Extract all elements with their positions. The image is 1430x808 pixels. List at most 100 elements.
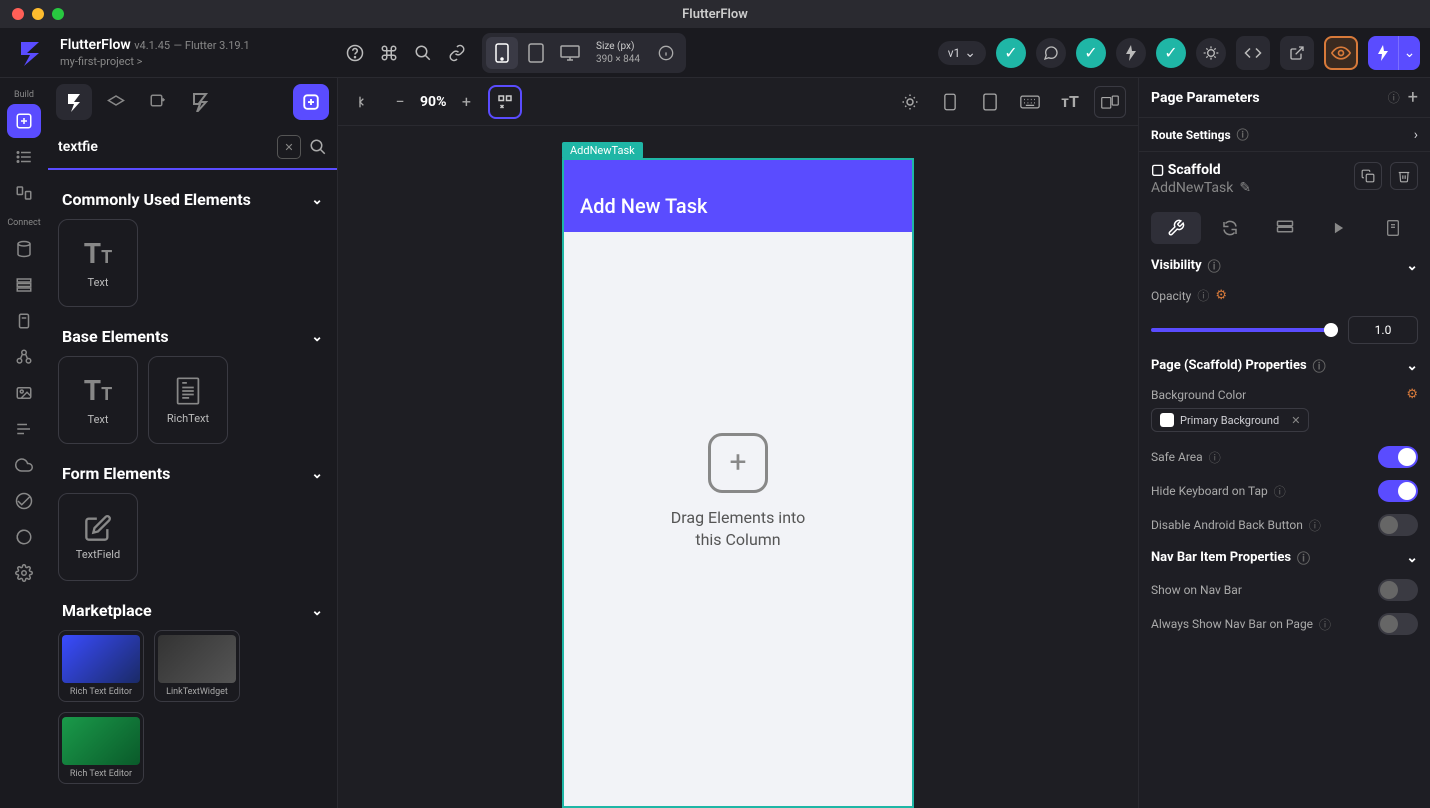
keyboard-icon[interactable] — [1014, 86, 1046, 118]
status-check-1[interactable]: ✓ — [996, 38, 1026, 68]
theme-filter-button[interactable] — [182, 84, 218, 120]
route-settings-row[interactable]: Route Settingsⓘ › — [1139, 118, 1430, 152]
rail-datatypes-button[interactable] — [7, 268, 41, 302]
size-info-icon[interactable] — [650, 37, 682, 69]
section-base-elements[interactable]: Base Elements⌄ — [58, 317, 327, 356]
market-tile-1[interactable]: Rich Text Editor — [58, 630, 144, 702]
device-tablet-button[interactable] — [520, 37, 552, 69]
market-tile-3[interactable]: Rich Text Editor — [58, 712, 144, 784]
section-navbar-props[interactable]: Nav Bar Item Propertiesⓘ⌄ — [1139, 542, 1430, 573]
drop-help-text: Drag Elements intothis Column — [671, 507, 805, 552]
rail-custom-button[interactable] — [7, 412, 41, 446]
add-element-icon[interactable]: + — [708, 433, 768, 493]
opacity-slider[interactable] — [1151, 328, 1338, 332]
run-dropdown[interactable]: ⌄ — [1398, 36, 1420, 70]
hide-kb-toggle[interactable] — [1378, 480, 1418, 502]
rail-appstate-button[interactable] — [7, 304, 41, 338]
text-size-icon[interactable]: ᴛT — [1054, 86, 1086, 118]
device-mobile-button[interactable] — [486, 37, 518, 69]
canvas-tool-button[interactable] — [488, 85, 522, 119]
template-filter-button[interactable] — [98, 84, 134, 120]
rail-tree-button[interactable] — [7, 140, 41, 174]
tab-animations[interactable] — [1314, 212, 1364, 244]
rail-tests-button[interactable] — [7, 484, 41, 518]
minimize-window-button[interactable] — [32, 8, 44, 20]
clear-search-button[interactable]: ✕ — [277, 135, 301, 159]
bg-var-icon[interactable]: ⚙ — [1406, 387, 1418, 402]
device-frame[interactable]: AddNewTask Add New Task + Drag Elements … — [562, 158, 914, 808]
zoom-in-button[interactable]: + — [452, 88, 480, 116]
status-check-2[interactable]: ✓ — [1076, 38, 1106, 68]
section-page-props[interactable]: Page (Scaffold) Propertiesⓘ⌄ — [1139, 350, 1430, 381]
status-check-3[interactable]: ✓ — [1156, 38, 1186, 68]
add-widget-button[interactable] — [293, 84, 329, 120]
rail-database-button[interactable] — [7, 232, 41, 266]
opacity-value-input[interactable]: 1.0 — [1348, 316, 1418, 344]
device-desktop-button[interactable] — [554, 37, 586, 69]
code-icon[interactable] — [1236, 36, 1270, 70]
always-nav-toggle[interactable] — [1378, 613, 1418, 635]
edit-name-icon[interactable]: ✎ — [1239, 180, 1251, 196]
search-icon[interactable] — [309, 138, 327, 156]
link-icon[interactable] — [442, 38, 472, 68]
drop-zone[interactable]: + Drag Elements intothis Column — [564, 232, 912, 752]
maximize-window-button[interactable] — [52, 8, 64, 20]
close-window-button[interactable] — [12, 8, 24, 20]
page-parameters-header[interactable]: Page Parameters ⓘ + — [1139, 78, 1430, 118]
widget-search-input[interactable] — [58, 139, 269, 155]
info-icon[interactable]: ⓘ — [1388, 89, 1400, 106]
section-form-elements[interactable]: Form Elements⌄ — [58, 454, 327, 493]
run-button[interactable]: ⌄ — [1368, 36, 1420, 70]
rail-api-button[interactable] — [7, 340, 41, 374]
safe-area-toggle[interactable] — [1378, 446, 1418, 468]
rail-theme-button[interactable] — [7, 520, 41, 554]
tab-backend[interactable] — [1259, 212, 1309, 244]
add-parameter-button[interactable]: + — [1408, 87, 1418, 108]
copy-widget-button[interactable] — [1354, 162, 1382, 190]
show-nav-toggle[interactable] — [1378, 579, 1418, 601]
clear-bg-button[interactable]: ✕ — [1291, 414, 1300, 427]
opacity-var-icon[interactable]: ⚙ — [1215, 288, 1227, 303]
device-tablet-icon[interactable] — [974, 86, 1006, 118]
section-commonly-used[interactable]: Commonly Used Elements⌄ — [58, 180, 327, 219]
version-dropdown[interactable]: v1⌄ — [938, 41, 986, 65]
preview-button[interactable] — [1324, 36, 1358, 70]
preview-appbar[interactable]: Add New Task — [564, 160, 912, 232]
market-tile-2[interactable]: LinkTextWidget — [154, 630, 240, 702]
tab-actions[interactable] — [1205, 212, 1255, 244]
rail-widgets-button[interactable] — [7, 104, 41, 138]
rail-media-button[interactable] — [7, 376, 41, 410]
widget-tile-text-base[interactable]: TTText — [58, 356, 138, 444]
section-visibility[interactable]: Visibilityⓘ⌄ — [1139, 250, 1430, 281]
widget-panel: ✕ Commonly Used Elements⌄ TTText Base El… — [48, 78, 338, 808]
project-breadcrumb[interactable]: my-first-project > — [60, 55, 330, 68]
add-component-button[interactable] — [140, 84, 176, 120]
widget-tile-richtext[interactable]: RichText — [148, 356, 228, 444]
bug-icon[interactable] — [1196, 38, 1226, 68]
brightness-icon[interactable] — [894, 86, 926, 118]
disable-back-toggle[interactable] — [1378, 514, 1418, 536]
bg-color-chip[interactable]: Primary Background✕ — [1151, 408, 1309, 432]
delete-widget-button[interactable] — [1390, 162, 1418, 190]
rail-settings-button[interactable] — [7, 556, 41, 590]
tab-properties[interactable] — [1151, 212, 1201, 244]
multi-device-icon[interactable] — [1094, 86, 1126, 118]
rail-cloud-button[interactable] — [7, 448, 41, 482]
zoom-out-button[interactable]: − — [386, 88, 414, 116]
section-marketplace[interactable]: Marketplace⌄ — [58, 591, 327, 630]
canvas-viewport[interactable]: AddNewTask Add New Task + Drag Elements … — [338, 126, 1138, 808]
open-external-icon[interactable] — [1280, 36, 1314, 70]
command-palette-icon[interactable] — [374, 38, 404, 68]
chat-icon[interactable] — [1036, 38, 1066, 68]
flutter-filter-button[interactable] — [56, 84, 92, 120]
tab-docs[interactable] — [1368, 212, 1418, 244]
app-logo[interactable] — [10, 40, 50, 66]
rail-storyboard-button[interactable] — [7, 176, 41, 210]
collapse-panel-icon[interactable] — [350, 88, 378, 116]
search-icon[interactable] — [408, 38, 438, 68]
device-mobile-icon[interactable] — [934, 86, 966, 118]
help-icon[interactable] — [340, 38, 370, 68]
widget-tile-textfield[interactable]: TextField — [58, 493, 138, 581]
widget-tile-text[interactable]: TTText — [58, 219, 138, 307]
lightning-icon[interactable] — [1116, 38, 1146, 68]
